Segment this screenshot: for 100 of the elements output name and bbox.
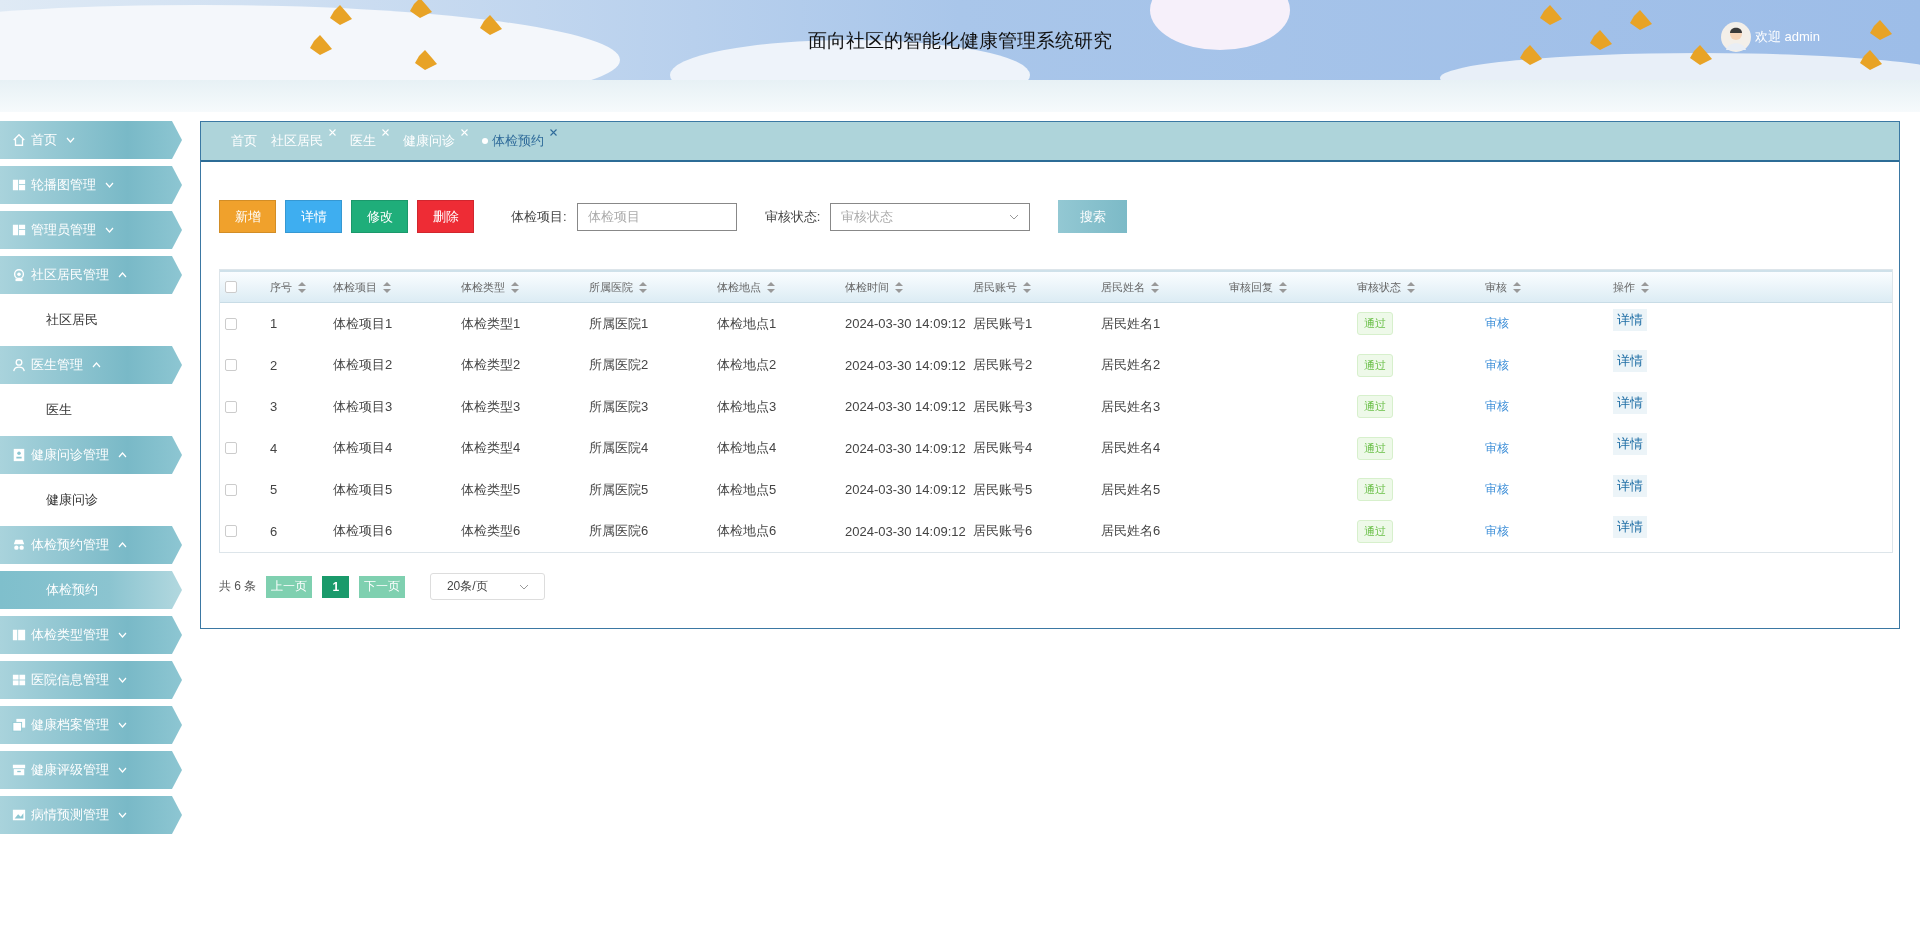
table-cell-text: 体检类型2 bbox=[461, 356, 522, 375]
action-button[interactable]: 删除 bbox=[417, 200, 474, 233]
sort-icon[interactable] bbox=[1641, 281, 1649, 293]
checkbox[interactable] bbox=[225, 483, 237, 496]
checkbox[interactable] bbox=[225, 281, 237, 293]
next-page-button[interactable]: 下一页 bbox=[359, 575, 406, 598]
sort-icon[interactable] bbox=[1279, 281, 1287, 293]
column-header: 体检类型 bbox=[461, 279, 505, 295]
page-size-select[interactable]: 20条/页 bbox=[430, 573, 546, 600]
action-button[interactable]: 新增 bbox=[219, 200, 276, 233]
chevron-down-icon bbox=[1009, 213, 1020, 220]
table-cell-text: 2024-03-30 14:09:12 bbox=[845, 523, 967, 539]
select-field[interactable]: 审核状态 bbox=[830, 202, 1031, 231]
layout-icon bbox=[12, 178, 26, 192]
submenu-item[interactable]: 社区居民 bbox=[0, 301, 182, 339]
tab[interactable]: 体检预约 bbox=[482, 132, 557, 150]
submenu-item[interactable]: 健康问诊 bbox=[0, 481, 182, 519]
menu-item[interactable]: 管理员管理 bbox=[0, 211, 182, 249]
tab[interactable]: 首页 bbox=[231, 132, 257, 150]
checkbox[interactable] bbox=[225, 317, 237, 330]
close-icon[interactable] bbox=[550, 129, 557, 136]
detail-button[interactable]: 详情 bbox=[1613, 308, 1647, 331]
table-cell-text: 2024-03-30 14:09:12 bbox=[845, 399, 967, 415]
review-link[interactable]: 审核 bbox=[1485, 357, 1509, 372]
table-cell-text: 体检项目5 bbox=[333, 480, 394, 499]
sort-icon[interactable] bbox=[1023, 281, 1031, 293]
sort-icon[interactable] bbox=[383, 281, 391, 293]
detail-button[interactable]: 详情 bbox=[1613, 391, 1647, 414]
table-cell-text: 所属医院4 bbox=[589, 439, 650, 458]
review-link[interactable]: 审核 bbox=[1485, 316, 1509, 331]
menu-item[interactable]: 轮播图管理 bbox=[0, 166, 182, 204]
menu-item[interactable]: 健康档案管理 bbox=[0, 706, 182, 744]
review-link[interactable]: 审核 bbox=[1485, 523, 1509, 538]
menu-item[interactable]: 体检预约管理 bbox=[0, 526, 182, 564]
table-cell-text: 体检项目1 bbox=[333, 314, 394, 333]
table-cell-text: 居民姓名2 bbox=[1101, 356, 1162, 375]
tab[interactable]: 健康问诊 bbox=[403, 132, 468, 150]
search-button[interactable]: 搜索 bbox=[1058, 200, 1128, 233]
column-header: 体检项目 bbox=[333, 279, 377, 295]
table-cell-text: 所属医院5 bbox=[589, 480, 650, 499]
table-cell-text: 2024-03-30 14:09:12 bbox=[845, 440, 967, 456]
table-cell-text: 居民姓名1 bbox=[1101, 314, 1162, 333]
table-cell-text: 居民账号3 bbox=[973, 397, 1034, 416]
column-header: 所属医院 bbox=[589, 279, 633, 295]
menu-item[interactable]: 健康评级管理 bbox=[0, 751, 182, 789]
table-cell-text: 5 bbox=[270, 482, 279, 498]
menu-item[interactable]: 体检类型管理 bbox=[0, 616, 182, 654]
review-link[interactable]: 审核 bbox=[1485, 399, 1509, 414]
checkbox[interactable] bbox=[225, 400, 237, 413]
sort-icon[interactable] bbox=[1151, 281, 1159, 293]
checkbox[interactable] bbox=[225, 525, 237, 538]
table-cell-text: 所属医院1 bbox=[589, 314, 650, 333]
prev-page-button[interactable]: 上一页 bbox=[266, 575, 313, 598]
detail-button[interactable]: 详情 bbox=[1613, 474, 1647, 497]
table-cell-text: 所属医院6 bbox=[589, 522, 650, 541]
checkbox[interactable] bbox=[225, 442, 237, 455]
sort-icon[interactable] bbox=[511, 281, 519, 293]
submenu-item[interactable]: 体检预约 bbox=[0, 571, 182, 609]
table-cell-text: 体检地点1 bbox=[717, 314, 778, 333]
detail-button[interactable]: 详情 bbox=[1613, 350, 1647, 373]
detail-button[interactable]: 详情 bbox=[1613, 433, 1647, 456]
action-button[interactable]: 修改 bbox=[351, 200, 408, 233]
layout-icon bbox=[12, 223, 26, 237]
status-badge: 通过 bbox=[1357, 312, 1393, 336]
menu-item[interactable]: 医院信息管理 bbox=[0, 661, 182, 699]
page-button[interactable]: 1 bbox=[322, 575, 350, 598]
menu-item[interactable]: 社区居民管理 bbox=[0, 256, 182, 294]
webcam-icon bbox=[12, 268, 26, 282]
sort-icon[interactable] bbox=[639, 281, 647, 293]
table-cell-text: 3 bbox=[270, 399, 279, 415]
incognito-icon bbox=[12, 538, 26, 552]
tab[interactable]: 社区居民 bbox=[271, 132, 336, 150]
sort-icon[interactable] bbox=[1407, 281, 1415, 293]
table-cell-text: 体检项目3 bbox=[333, 397, 394, 416]
column-header: 审核 bbox=[1485, 279, 1507, 295]
table-cell-text: 体检地点3 bbox=[717, 397, 778, 416]
table-cell-text: 居民账号6 bbox=[973, 522, 1034, 541]
detail-button[interactable]: 详情 bbox=[1613, 516, 1647, 539]
menu-item[interactable]: 医生管理 bbox=[0, 346, 182, 384]
table-cell-text: 居民账号2 bbox=[973, 356, 1034, 375]
sort-icon[interactable] bbox=[767, 281, 775, 293]
review-link[interactable]: 审核 bbox=[1485, 482, 1509, 497]
tab[interactable]: 医生 bbox=[350, 132, 389, 150]
menu-item[interactable]: 健康问诊管理 bbox=[0, 436, 182, 474]
sort-icon[interactable] bbox=[1513, 281, 1521, 293]
action-button[interactable]: 详情 bbox=[285, 200, 342, 233]
sort-icon[interactable] bbox=[298, 281, 306, 293]
table-cell-text: 4 bbox=[270, 440, 279, 456]
submenu-item[interactable]: 医生 bbox=[0, 391, 182, 429]
image-icon bbox=[12, 808, 26, 822]
input-field[interactable]: 体检项目 bbox=[576, 202, 737, 231]
menu-item[interactable]: 病情预测管理 bbox=[0, 796, 182, 834]
table-cell-text: 2024-03-30 14:09:12 bbox=[845, 357, 967, 373]
review-link[interactable]: 审核 bbox=[1485, 440, 1509, 455]
checkbox[interactable] bbox=[225, 359, 237, 372]
sort-icon[interactable] bbox=[895, 281, 903, 293]
table-cell-text: 体检类型5 bbox=[461, 480, 522, 499]
table-cell-text: 体检类型1 bbox=[461, 314, 522, 333]
menu-item[interactable]: 首页 bbox=[0, 121, 182, 159]
id-card-icon bbox=[12, 448, 26, 462]
